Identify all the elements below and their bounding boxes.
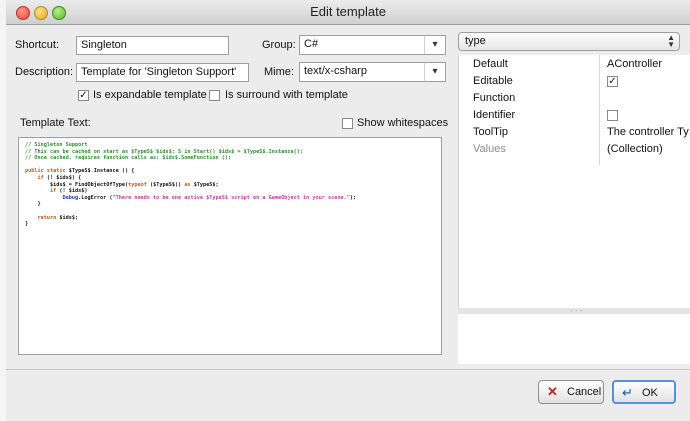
code-token: } [25, 221, 29, 228]
mime-value: text/x-csharp [304, 65, 367, 77]
code-line: // Singleton Support [25, 142, 435, 149]
mime-combo[interactable]: text/x-csharp ▾ [299, 62, 446, 82]
code-token: $TypeS$; [193, 181, 219, 188]
template-code-editor[interactable]: // Singleton Support// This can be cache… [18, 137, 442, 355]
property-name: ToolTip [473, 126, 509, 138]
shortcut-field[interactable]: Singleton [76, 36, 229, 55]
code-token: $TypeS$ Instance () { [68, 168, 135, 175]
code-token: if [25, 174, 47, 181]
description-field[interactable]: Template for 'Singleton Support' [76, 63, 249, 82]
code-line: $ids$ = FindObjectOfType(typeof ($TypeS$… [25, 182, 435, 189]
code-token: (! $ids$) [59, 188, 88, 195]
window-title: Edit template [310, 4, 386, 19]
button-separator [6, 369, 690, 370]
property-name: Identifier [473, 109, 516, 121]
updown-arrows-icon[interactable]: ▲ ▼ [667, 34, 675, 49]
zoom-window-button[interactable] [52, 6, 66, 20]
code-token: $ids$; [59, 214, 79, 221]
code-token: Debug [25, 194, 79, 201]
property-description-panel [458, 314, 690, 364]
code-token: .LogError ( [78, 194, 113, 201]
property-name: Default [473, 58, 508, 70]
show-whitespaces-label: Show whitespaces [357, 117, 449, 129]
group-combo[interactable]: C# ▾ [299, 35, 446, 55]
property-value-checkbox[interactable]: ✓ [607, 76, 618, 87]
title-bar: Edit template [6, 0, 690, 25]
property-row-editable[interactable]: Editable ✓ [459, 73, 690, 90]
code-token: (! $ids$) { [46, 174, 82, 181]
chevron-down-icon[interactable]: ▾ [424, 36, 445, 54]
chevron-down-icon[interactable]: ▾ [424, 63, 445, 81]
property-name: Editable [473, 75, 513, 87]
code-line: // Once cached, requires function calls … [25, 155, 435, 162]
cancel-button[interactable]: ✕ Cancel [538, 380, 604, 404]
code-token: // This can be cached on start as $TypeS… [25, 148, 303, 155]
code-token: ); [349, 194, 357, 201]
code-token: // Once cached, requires function calls … [25, 155, 232, 162]
minimize-window-button[interactable] [34, 6, 48, 20]
property-name: Values [473, 143, 506, 155]
code-token: typeof [128, 181, 150, 188]
surround-checkbox[interactable] [209, 90, 220, 101]
ok-button[interactable]: ↵ OK [612, 380, 676, 404]
code-token: return [25, 214, 60, 221]
code-line: } [25, 221, 435, 228]
code-token: "There needs to be one active $TypeS$ sc… [112, 194, 350, 201]
cancel-button-label: Cancel [567, 386, 602, 398]
ok-arrow-icon: ↵ [622, 385, 633, 400]
code-token: } [25, 201, 41, 208]
type-selector-value: type [465, 35, 486, 47]
code-token: public static [25, 168, 69, 175]
property-value-checkbox[interactable] [607, 110, 618, 121]
surround-label: Is surround with template [225, 89, 348, 101]
type-selector-combo[interactable]: type ▲ ▼ [458, 32, 680, 51]
code-line: if (! $ids$) [25, 188, 435, 195]
code-token: // Singleton Support [25, 142, 88, 148]
checkmark-icon: ✓ [79, 90, 88, 101]
code-line: if (! $ids$) { [25, 175, 435, 182]
close-window-button[interactable] [16, 6, 30, 20]
property-value[interactable]: (Collection) [607, 143, 663, 155]
group-value: C# [304, 38, 319, 50]
description-label: Description: [15, 66, 74, 78]
code-token: as [184, 181, 194, 188]
property-value[interactable]: AController [607, 58, 662, 70]
ok-button-label: OK [642, 387, 658, 399]
expandable-checkbox[interactable]: ✓ [78, 90, 89, 101]
code-line: return $ids$; [25, 215, 435, 222]
show-whitespaces-checkbox[interactable] [342, 118, 353, 129]
code-token: $ids$ = FindObjectOfType( [25, 181, 129, 188]
shortcut-label: Shortcut: [15, 39, 60, 51]
template-text-label: Template Text: [20, 117, 91, 129]
property-row-default[interactable]: Default AController [459, 56, 690, 73]
mime-label: Mime: [264, 66, 294, 78]
property-row-values[interactable]: Values (Collection) [459, 141, 690, 158]
code-line: // This can be cached on start as $TypeS… [25, 149, 435, 156]
property-value[interactable]: The controller Ty [607, 126, 689, 138]
code-line: Debug.LogError ("There needs to be one a… [25, 195, 435, 202]
property-name: Function [473, 92, 516, 104]
cancel-icon: ✕ [547, 384, 558, 399]
property-row-identifier[interactable]: Identifier [459, 107, 690, 124]
property-row-function[interactable]: Function [459, 90, 690, 107]
code-token: if [25, 188, 60, 195]
expandable-label: Is expandable template [93, 89, 207, 101]
code-token: ($TypeS$)) [149, 181, 185, 188]
dialog-body: Shortcut: Singleton Group: C# ▾ Descript… [6, 25, 690, 421]
code-line: public static $TypeS$ Instance () { [25, 168, 435, 175]
property-grid: Default AController Editable ✓ Function Ident… [458, 55, 690, 311]
property-row-tooltip[interactable]: ToolTip The controller Ty [459, 124, 690, 141]
group-label: Group: [262, 39, 296, 51]
code-line: } [25, 201, 435, 208]
